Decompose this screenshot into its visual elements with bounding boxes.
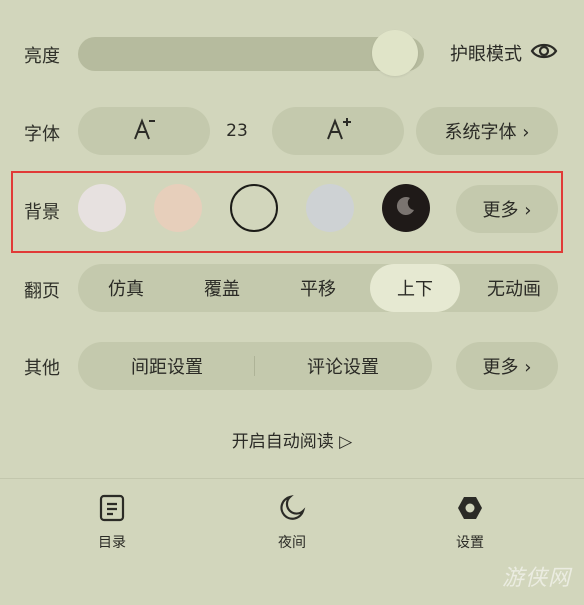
nav-night-label: 夜间 [278,535,306,551]
auto-read-button[interactable]: 开启自动阅读 ▷ [0,427,584,452]
font-size-value: 23 [226,121,248,141]
comment-settings-button[interactable]: 评论设置 [262,342,424,390]
spacing-settings-label: 间距设置 [131,357,203,378]
font-decrease-icon [131,117,157,146]
page-turn-option-slide[interactable]: 平移 [278,264,358,312]
highlight-annotation-box [11,171,563,253]
comment-settings-label: 评论设置 [307,357,379,378]
nav-night[interactable]: 夜间 [252,494,332,552]
font-increase-icon [324,117,352,146]
other-more-button[interactable]: 更多 › [456,342,558,390]
page-turn-option-cover[interactable]: 覆盖 [182,264,262,312]
page-turn-option-label: 无动画 [487,279,541,300]
page-turn-option-vertical-selected[interactable]: 上下 [370,264,460,312]
page-turn-option-label: 仿真 [108,279,144,300]
nav-settings[interactable]: 设置 [430,494,510,552]
eye-mode-toggle[interactable]: 护眼模式 [450,40,558,66]
font-label: 字体 [24,124,60,145]
font-increase-button[interactable] [272,107,404,155]
nav-catalog-label: 目录 [98,535,126,551]
settings-icon [456,494,484,526]
nav-settings-label: 设置 [456,535,484,551]
page-turn-option-none[interactable]: 无动画 [474,264,554,312]
system-font-button[interactable]: 系统字体 › [416,107,558,155]
other-label: 其他 [24,358,60,379]
page-turn-option-label: 覆盖 [204,279,240,300]
page-turn-option-simulate[interactable]: 仿真 [86,264,166,312]
page-turn-label: 翻页 [24,281,60,302]
brightness-slider-thumb[interactable] [371,30,418,76]
page-turn-option-label: 上下 [397,279,433,300]
system-font-label: 系统字体 › [444,122,530,143]
divider [254,356,255,376]
nav-catalog[interactable]: 目录 [72,494,152,552]
eye-icon [530,41,558,66]
eye-mode-label: 护眼模式 [450,44,522,65]
page-turn-option-label: 平移 [300,279,336,300]
catalog-icon [99,494,125,526]
font-decrease-button[interactable] [78,107,210,155]
spacing-settings-button[interactable]: 间距设置 [86,342,248,390]
divider [0,478,584,479]
other-more-label: 更多 › [482,357,532,378]
reader-settings-panel: 亮度 护眼模式 字体 23 系统字体 › 背景 更多 › 翻页 仿真 覆盖 平移… [0,0,584,605]
watermark-logo: 游侠网 [502,566,572,591]
brightness-label: 亮度 [24,46,60,67]
moon-icon [278,494,306,526]
auto-read-label: 开启自动阅读 ▷ [231,432,353,452]
